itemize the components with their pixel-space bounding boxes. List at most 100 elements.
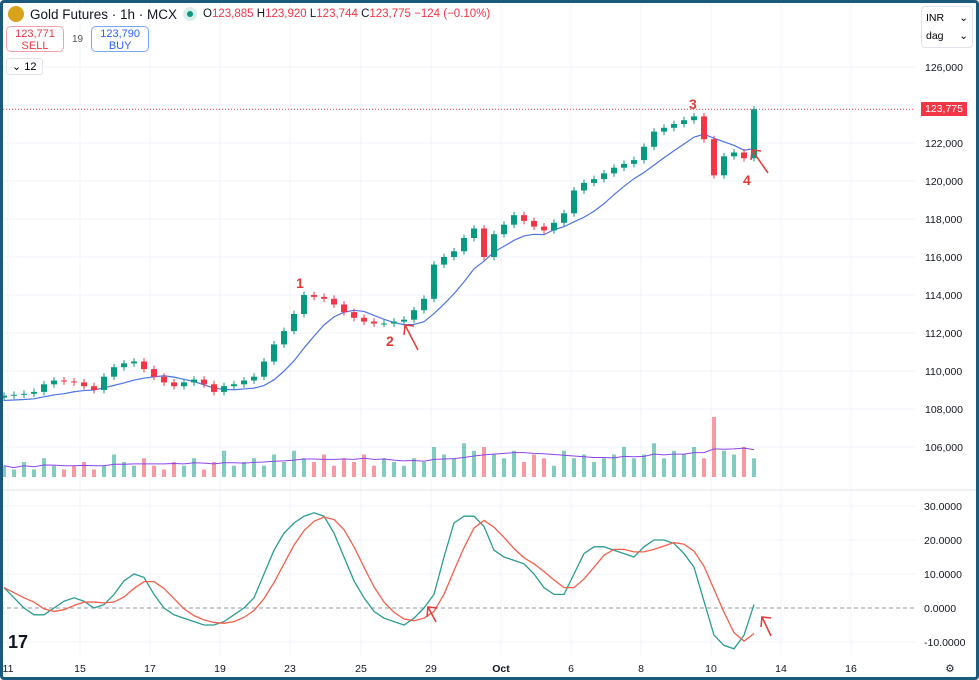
volume-bar: [312, 462, 316, 477]
candle-body: [201, 379, 207, 385]
candle-body: [311, 295, 317, 297]
candle-body: [601, 173, 607, 180]
currency-select[interactable]: INR ⌄: [926, 9, 968, 27]
indicators-collapse-button[interactable]: ⌄ 12: [6, 58, 43, 75]
volume-bar: [172, 462, 176, 477]
volume-bar: [742, 447, 746, 477]
annotation-label: 4: [743, 172, 751, 188]
candle-body: [191, 379, 197, 383]
candle-body: [11, 394, 17, 396]
spread: 19: [72, 33, 84, 45]
candle-body: [631, 160, 637, 164]
candle-body: [231, 384, 237, 387]
volume-bar: [662, 458, 666, 477]
volume-bar: [632, 458, 636, 477]
volume-bar: [462, 443, 466, 477]
time-axis-label: 25: [355, 663, 367, 675]
tradingview-logo: 17: [8, 632, 28, 652]
candle-body: [491, 234, 497, 257]
annotation-label: 2: [386, 333, 394, 349]
candle-body: [591, 179, 597, 183]
volume-bar: [12, 469, 16, 477]
candle-body: [581, 182, 587, 191]
candle-body: [101, 376, 107, 390]
candle-body: [701, 116, 707, 140]
candle-body: [131, 361, 137, 364]
volume-bar: [502, 458, 506, 477]
volume-bar: [152, 465, 156, 477]
volume-bar: [232, 465, 236, 477]
price-axis-label: 106,000: [925, 442, 963, 454]
volume-bar: [272, 454, 276, 477]
volume-bar: [2, 465, 6, 477]
candle-body: [261, 361, 267, 377]
time-axis-label: 29: [425, 663, 437, 675]
candle-body: [411, 310, 417, 320]
volume-bar: [432, 447, 436, 477]
candle-body: [321, 296, 327, 299]
candle-body: [61, 380, 67, 382]
candle-body: [41, 384, 47, 392]
price-axis-label: 122,000: [925, 138, 963, 150]
volume-bar: [222, 450, 226, 477]
volume-bar: [72, 465, 76, 477]
time-axis-label: 10: [705, 663, 717, 675]
candle-body: [551, 222, 557, 231]
candle-body: [521, 215, 527, 221]
candle-body: [71, 381, 77, 383]
candle-body: [241, 380, 247, 385]
candle-body: [391, 321, 397, 324]
price-axis-label: 112,000: [925, 328, 962, 340]
volume-bar: [202, 469, 206, 477]
buy-button[interactable]: 123,790 BUY: [91, 26, 150, 52]
volume-bar: [722, 450, 726, 477]
volume-bar: [182, 465, 186, 477]
volume-bar: [392, 462, 396, 477]
candle-body: [81, 382, 87, 387]
candle-body: [571, 190, 577, 214]
candle-body: [121, 363, 127, 368]
volume-bar: [52, 465, 56, 477]
volume-bar: [682, 454, 686, 477]
volume-bar: [582, 454, 586, 477]
volume-bar: [102, 465, 106, 477]
volume-bar: [382, 458, 386, 477]
symbol-title[interactable]: Gold Futures · 1h · MCX: [30, 7, 177, 22]
candle-body: [111, 367, 117, 377]
candle-body: [541, 226, 547, 231]
unit-select[interactable]: dag ⌄: [926, 27, 968, 45]
candle-body: [281, 331, 287, 345]
price-axis-label: 108,000: [925, 404, 963, 416]
volume-bar: [442, 454, 446, 477]
candle-body: [661, 127, 667, 132]
candle-body: [301, 295, 307, 314]
volume-bar: [402, 465, 406, 477]
candle-body: [221, 386, 227, 392]
candle-body: [671, 124, 677, 128]
candle-body: [171, 382, 177, 387]
candle-body: [371, 321, 377, 324]
price-axis-label: 114,000: [925, 290, 962, 302]
candle-body: [151, 369, 157, 377]
osc-axis-label: 10.0000: [924, 569, 962, 581]
gold-logo-icon: [8, 6, 24, 22]
annotation-arrow: [404, 324, 419, 351]
volume-bar: [422, 462, 426, 477]
candle-body: [721, 156, 727, 176]
volume-bar: [82, 462, 86, 477]
volume-bar: [692, 447, 696, 477]
time-axis-label: 11: [3, 663, 14, 675]
volume-bar: [752, 458, 756, 477]
candle-body: [1, 395, 7, 398]
ohlc-values: O123,885 H123,920 L123,744 C123,775 −124…: [203, 8, 491, 20]
volume-bar: [602, 458, 606, 477]
price-chart[interactable]: 126,000124,000122,000120,000118,000116,0…: [0, 0, 979, 680]
candle-body: [251, 376, 257, 381]
volume-bar: [512, 450, 516, 477]
volume-bar: [132, 465, 136, 477]
candle-body: [341, 304, 347, 313]
candle-body: [501, 224, 507, 235]
candle-body: [181, 382, 187, 387]
sell-button[interactable]: 123,771 SELL: [6, 26, 64, 52]
osc-axis-label: -10.0000: [924, 637, 966, 649]
